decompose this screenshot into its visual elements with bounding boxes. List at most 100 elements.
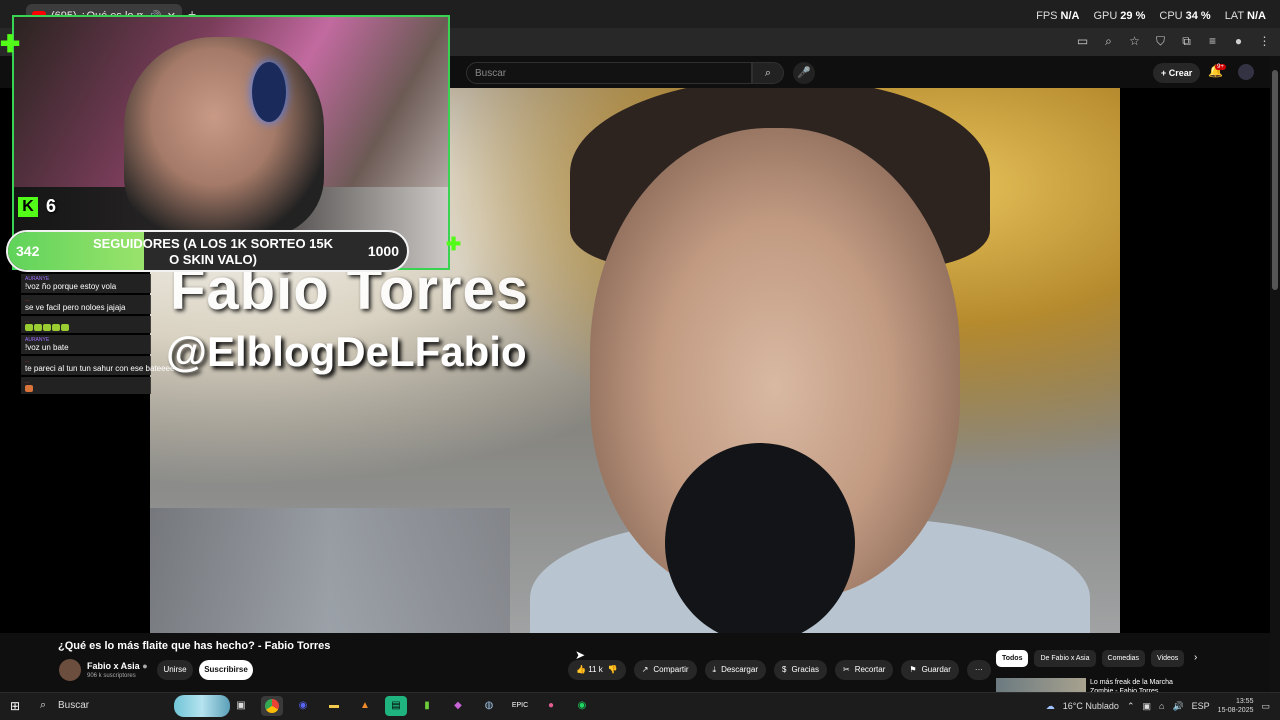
osd-cpu: CPU 34 % xyxy=(1159,10,1211,22)
create-label: Crear xyxy=(1168,68,1193,78)
like-count: 11 k xyxy=(588,665,603,674)
goal-current: 342 xyxy=(16,243,40,259)
emote-icon xyxy=(43,324,51,331)
share-button[interactable]: ↗ Compartir xyxy=(633,660,697,680)
like-dislike-group: 👍 11 k 👎 xyxy=(568,660,626,680)
chat-text: te pareci al tun tun sahur con ese batee… xyxy=(25,364,175,373)
thanks-icon: $ xyxy=(781,665,787,674)
discord-icon[interactable]: ◉ xyxy=(292,696,314,716)
search-button[interactable]: ⌕ xyxy=(752,62,784,84)
channel-avatar[interactable] xyxy=(59,659,81,681)
chip-channel[interactable]: De Fabio x Asia xyxy=(1034,650,1096,667)
goal-target: 1000 xyxy=(367,243,399,259)
thumbs-up-icon: 👍 xyxy=(576,665,586,674)
voice-search-button[interactable]: 🎤 xyxy=(793,62,815,84)
thanks-label: Gracias xyxy=(791,665,819,674)
download-button[interactable]: ⤓ Descargar xyxy=(704,660,766,680)
share-label: Compartir xyxy=(653,665,689,674)
clock[interactable]: 13:55 15-08-2025 xyxy=(1218,697,1254,715)
spotify-icon[interactable]: ◉ xyxy=(571,696,593,716)
dislike-button[interactable]: 👎 xyxy=(608,660,618,680)
join-button[interactable]: Unirse xyxy=(157,660,193,680)
app-green-icon[interactable]: ▤ xyxy=(385,696,407,716)
streamer xyxy=(124,37,324,237)
follower-goal-bar: 342 SEGUIDORES (A LOS 1K SORTEO 15K O SK… xyxy=(6,230,409,272)
performance-overlay: FPS N/A GPU 29 % CPU 34 % LAT N/A xyxy=(1036,10,1266,22)
windows-start-icon[interactable]: ⊞ xyxy=(10,699,20,713)
mouse-cursor-icon: ➤ xyxy=(575,648,586,662)
chat-message: ... te pareci al tun tun sahur con ese ba… xyxy=(21,356,174,375)
related-video-thumbnail[interactable] xyxy=(996,678,1086,692)
epic-games-icon[interactable]: EPIC xyxy=(509,696,531,716)
app-orange-icon[interactable]: ▲ xyxy=(354,696,376,716)
search-input[interactable]: Buscar xyxy=(466,62,752,84)
search-icon: ⌕ xyxy=(764,67,772,79)
save-button[interactable]: ⚑ Guardar xyxy=(901,660,959,680)
page-scrollbar[interactable] xyxy=(1270,56,1280,692)
subscribe-button[interactable]: Suscribirse xyxy=(199,660,253,680)
app-purple-icon[interactable]: ◆ xyxy=(447,696,469,716)
browser-toolbar-icons: ▭ ⌕ ☆ ⛉ ⧉ ≡ ● ⋮ xyxy=(1075,34,1272,49)
shield-icon[interactable]: ⛉ xyxy=(1153,34,1168,49)
channel-name-text: Fabio x Asia xyxy=(87,661,140,671)
cast-icon[interactable]: ▭ xyxy=(1075,34,1090,49)
emote-icon xyxy=(25,324,33,331)
chat-text: se ve facil pero noloes jajaja xyxy=(25,303,126,312)
account-avatar[interactable] xyxy=(1238,64,1254,80)
chat-text: !voz un bate xyxy=(25,343,69,352)
plus-decoration-icon: ✚ xyxy=(446,234,462,254)
chip-comedias[interactable]: Comedias xyxy=(1101,650,1146,667)
app-lime-icon[interactable]: ▮ xyxy=(416,696,438,716)
create-button[interactable]: + Crear xyxy=(1153,63,1201,83)
mic-icon: 🎤 xyxy=(797,67,811,79)
weather-text[interactable]: 16°C Nublado xyxy=(1063,701,1119,711)
save-label: Guardar xyxy=(921,665,951,674)
chevron-up-icon[interactable]: ⌃ xyxy=(1127,701,1135,712)
chat-message: AURANYE !voz un bate xyxy=(21,335,151,354)
kick-viewer-count: 6 xyxy=(46,196,57,216)
more-actions-button[interactable]: ··· xyxy=(966,660,991,680)
steam-icon[interactable]: ◍ xyxy=(478,696,500,716)
like-button[interactable]: 👍 11 k xyxy=(576,660,603,680)
chevron-right-icon[interactable]: › xyxy=(1194,652,1197,663)
chat-text: !voz ño porque estoy vola xyxy=(25,282,117,291)
taskbar-apps: ▣ ◉ ▬ ▲ ▤ ▮ ◆ ◍ EPIC ● ◉ xyxy=(230,696,593,716)
clock-date: 15-08-2025 xyxy=(1217,707,1254,714)
zoom-icon[interactable]: ⌕ xyxy=(1101,34,1116,49)
chat-message: ... xyxy=(21,377,151,394)
thanks-button[interactable]: $ Gracias xyxy=(773,660,827,680)
extensions-icon[interactable]: ⧉ xyxy=(1179,34,1194,49)
chip-videos[interactable]: Videos xyxy=(1151,650,1185,667)
kick-logo-icon: K xyxy=(18,196,38,217)
kick-viewers: K 6 xyxy=(18,196,56,217)
search-icon: ⌕ xyxy=(40,699,47,711)
clip-label: Recortar xyxy=(854,665,886,674)
chrome-icon[interactable] xyxy=(261,696,283,716)
video-actions: 👍 11 k 👎 ↗ Compartir ⤓ Descargar $ Gracias … xyxy=(568,660,991,680)
related-video-title[interactable]: Lo más freak de la Marcha Zombie - Fabio… xyxy=(1090,678,1190,692)
profile-icon[interactable]: ● xyxy=(1231,34,1246,49)
osd-fps: FPS N/A xyxy=(1036,10,1080,22)
emote-icon xyxy=(61,324,69,331)
chat-message: ... se ve facil pero noloes jajaja xyxy=(21,295,151,314)
chip-todos[interactable]: Todos xyxy=(996,650,1029,667)
file-explorer-icon[interactable]: ▬ xyxy=(323,696,345,716)
menu-icon[interactable]: ⋮ xyxy=(1257,34,1272,49)
media-icon[interactable]: ≡ xyxy=(1205,34,1220,49)
goal-label: SEGUIDORES (A LOS 1K SORTEO 15K O SKIN V… xyxy=(92,236,334,267)
language-indicator[interactable]: ESP xyxy=(1192,701,1210,711)
volume-icon[interactable]: 🔊 xyxy=(1172,701,1183,712)
network-icon[interactable]: ⌂ xyxy=(1159,701,1164,711)
notifications-icon[interactable]: ▭ xyxy=(1261,701,1270,712)
system-tray: ☁ 16°C Nublado ⌃ ▣ ⌂ 🔊 ESP 13:55 15-08-20… xyxy=(1046,697,1270,715)
clip-button[interactable]: ✂ Recortar xyxy=(835,660,894,680)
tray-app-icon[interactable]: ▣ xyxy=(1142,701,1151,712)
app-pink-icon[interactable]: ● xyxy=(540,696,562,716)
bookmark-star-icon[interactable]: ☆ xyxy=(1127,34,1142,49)
scrollbar-thumb[interactable] xyxy=(1272,70,1278,290)
taskbar-search[interactable]: ⌕ Buscar xyxy=(34,694,234,718)
video-letterbox-right xyxy=(1120,88,1270,633)
channel-name[interactable]: Fabio x Asia ● xyxy=(87,661,148,671)
task-view-icon[interactable]: ▣ xyxy=(230,696,252,716)
thumbs-down-icon: 👎 xyxy=(607,665,618,674)
